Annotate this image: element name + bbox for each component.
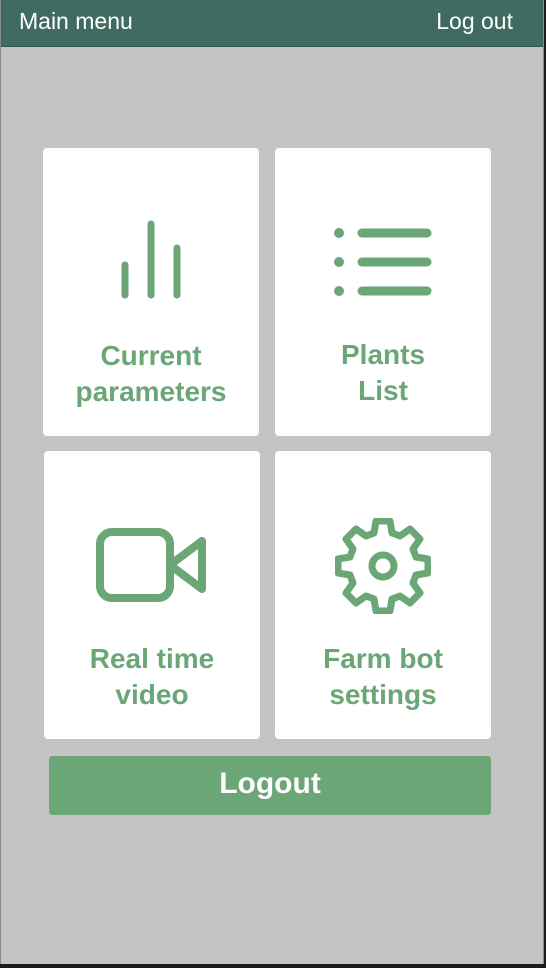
list-icon <box>275 213 491 313</box>
video-camera-icon <box>44 516 260 616</box>
tile-label: Plants List <box>340 339 426 406</box>
app-screen: Main menu Log out Current parameters Pla… <box>0 0 544 964</box>
current-parameters-tile[interactable]: Current parameters <box>43 148 259 436</box>
tile-label: Real time video <box>89 643 215 710</box>
logout-button[interactable]: Logout <box>49 756 491 815</box>
tile-label: Farm bot settings <box>323 643 443 710</box>
tile-label: Current parameters <box>75 340 227 407</box>
bar-chart-icon <box>43 213 259 313</box>
top-bar: Main menu Log out <box>1 0 543 47</box>
log-out-link[interactable]: Log out <box>436 7 513 35</box>
farm-bot-settings-tile[interactable]: Farm bot settings <box>275 451 491 739</box>
real-time-video-tile[interactable]: Real time video <box>44 451 260 739</box>
plants-list-tile[interactable]: Plants List <box>275 148 491 436</box>
gear-icon <box>275 516 491 616</box>
main-menu-link[interactable]: Main menu <box>19 7 133 35</box>
